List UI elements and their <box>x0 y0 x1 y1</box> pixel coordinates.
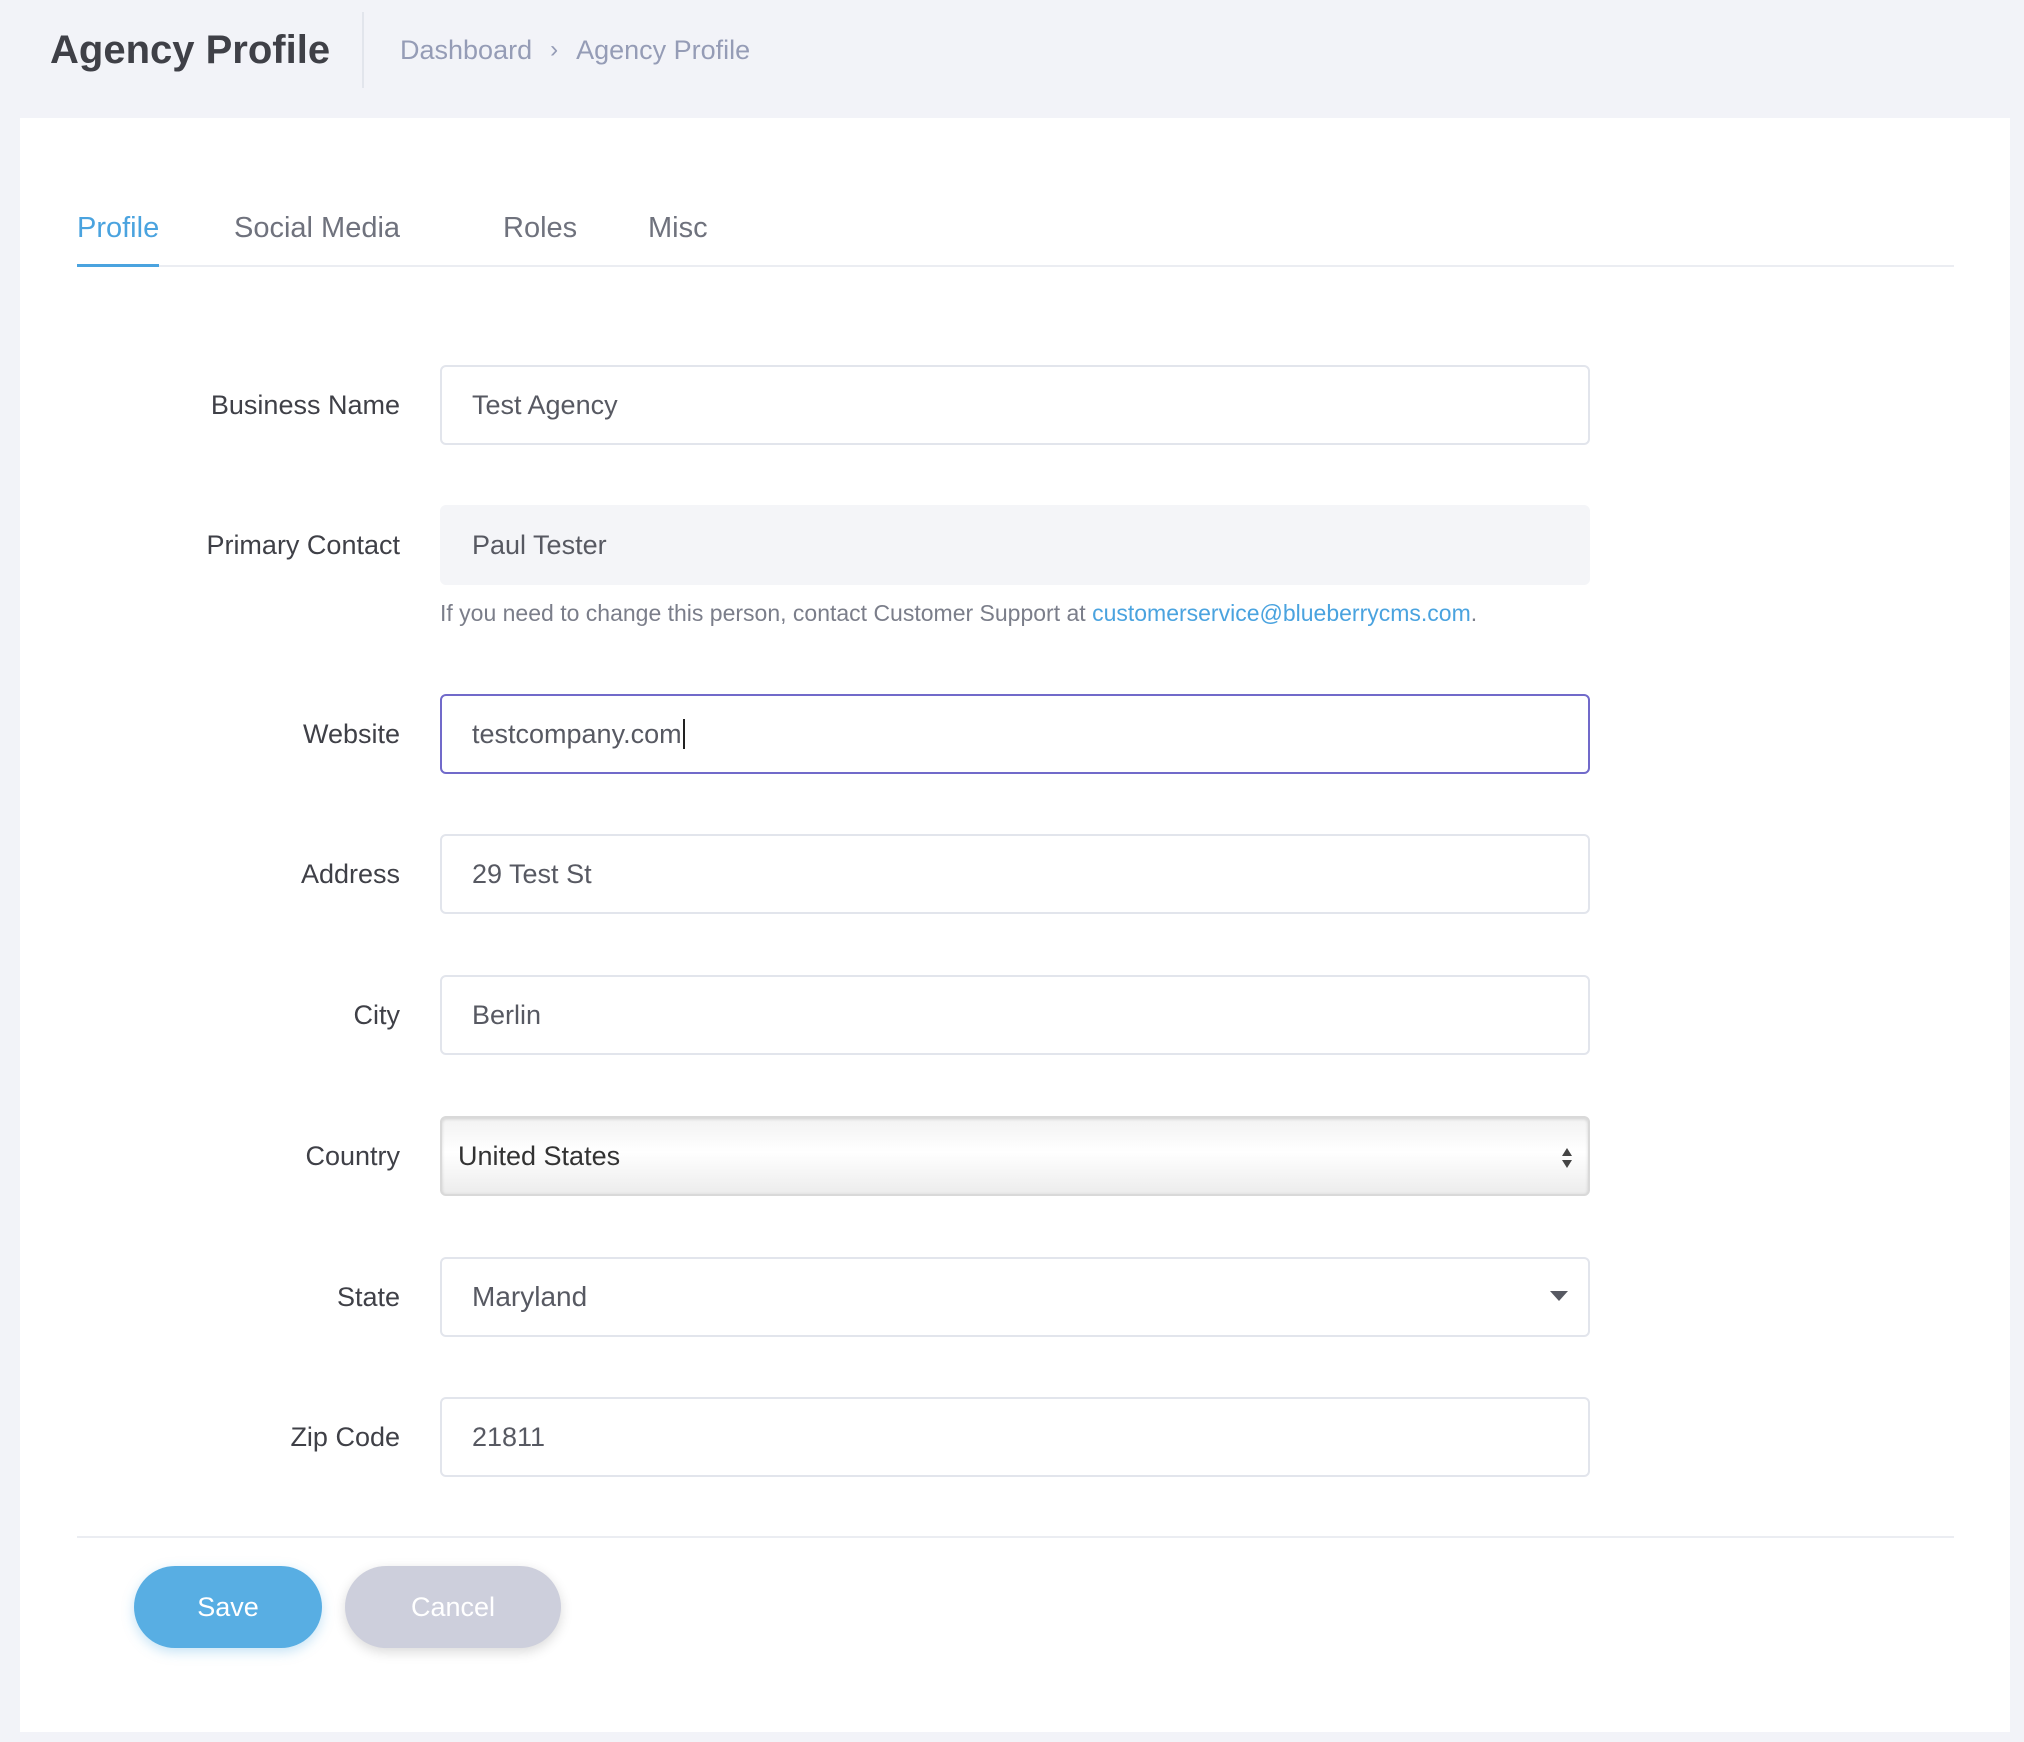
breadcrumb: Dashboard › Agency Profile <box>400 32 750 68</box>
primary-contact-label: Primary Contact <box>206 530 400 560</box>
state-select[interactable]: Maryland <box>440 1257 1590 1337</box>
state-label: State <box>336 1282 400 1312</box>
breadcrumb-current[interactable]: Agency Profile <box>576 32 750 68</box>
text-cursor <box>682 719 685 749</box>
subheader: Agency Profile Dashboard › Agency Profil… <box>0 0 2024 118</box>
country-value: United States <box>458 1140 621 1171</box>
city-input[interactable] <box>440 975 1590 1055</box>
country-select[interactable]: United States <box>440 1116 1590 1196</box>
title-separator <box>362 12 364 88</box>
business-name-label: Business Name <box>210 390 400 420</box>
help-suffix: . <box>1470 600 1478 626</box>
tab-social-media[interactable]: Social Media <box>234 198 400 267</box>
cancel-button[interactable]: Cancel <box>345 1566 561 1648</box>
help-text: If you need to change this person, conta… <box>440 600 1093 626</box>
address-input[interactable] <box>440 834 1590 914</box>
business-name-input[interactable] <box>440 365 1590 445</box>
city-label: City <box>353 1000 401 1030</box>
address-label: Address <box>300 859 400 889</box>
select-arrows-icon <box>1562 1148 1572 1168</box>
tab-profile[interactable]: Profile <box>77 198 160 267</box>
save-button[interactable]: Save <box>134 1566 322 1648</box>
country-label: Country <box>305 1141 400 1171</box>
support-email-link[interactable]: customerservice@blueberrycms.com <box>1092 600 1471 626</box>
website-label: Website <box>302 719 400 749</box>
chevron-right-icon: › <box>550 36 559 63</box>
website-value: testcompany.com <box>472 718 682 749</box>
primary-contact-help: If you need to change this person, conta… <box>440 597 1477 629</box>
tab-misc[interactable]: Misc <box>648 198 708 267</box>
website-input[interactable]: testcompany.com <box>440 694 1590 774</box>
state-value: Maryland <box>472 1281 588 1312</box>
profile-card: Profile Social Media Roles Misc Business… <box>20 118 2010 1732</box>
zip-input[interactable] <box>440 1397 1590 1477</box>
page-title: Agency Profile <box>50 28 331 72</box>
tab-roles[interactable]: Roles <box>503 198 577 267</box>
caret-down-icon <box>1550 1291 1568 1301</box>
primary-contact-input <box>440 505 1590 585</box>
footer-divider <box>77 1536 1954 1538</box>
breadcrumb-dashboard-link[interactable]: Dashboard <box>400 32 532 68</box>
zip-label: Zip Code <box>290 1422 400 1452</box>
tab-bar: Profile Social Media Roles Misc <box>77 198 1954 267</box>
